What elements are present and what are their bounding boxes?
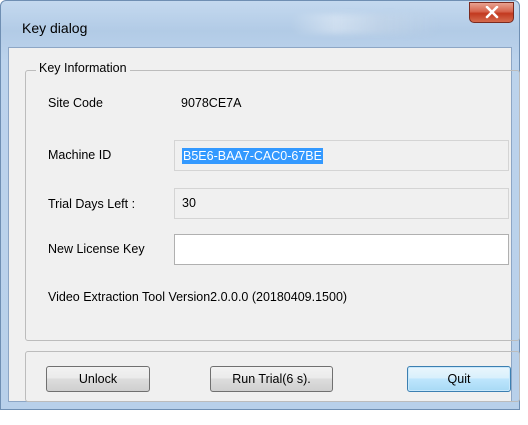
trial-days-value: 30	[182, 196, 196, 210]
machine-id-field[interactable]: B5E6-BAA7-CAC0-67BE	[174, 140, 509, 171]
site-code-value: 9078CE7A	[181, 96, 242, 110]
close-icon	[485, 6, 499, 19]
license-key-input[interactable]	[174, 234, 509, 265]
run-trial-button[interactable]: Run Trial(6 s).	[210, 366, 333, 392]
quit-button[interactable]: Quit	[407, 366, 511, 392]
title-bar[interactable]: Key dialog	[0, 0, 520, 46]
machine-id-value[interactable]: B5E6-BAA7-CAC0-67BE	[182, 148, 323, 164]
close-button[interactable]	[469, 2, 514, 23]
version-text: Video Extraction Tool Version2.0.0.0 (20…	[48, 290, 348, 304]
license-key-label: New License Key	[48, 242, 145, 256]
unlock-button[interactable]: Unlock	[46, 366, 150, 392]
trial-days-label: Trial Days Left :	[48, 197, 136, 211]
group-title: Key Information	[36, 61, 130, 75]
title-bar-blur	[290, 14, 440, 34]
machine-id-label: Machine ID	[48, 148, 112, 162]
window-title: Key dialog	[22, 20, 88, 36]
site-code-label: Site Code	[48, 96, 103, 110]
trial-days-field[interactable]: 30	[174, 188, 509, 219]
